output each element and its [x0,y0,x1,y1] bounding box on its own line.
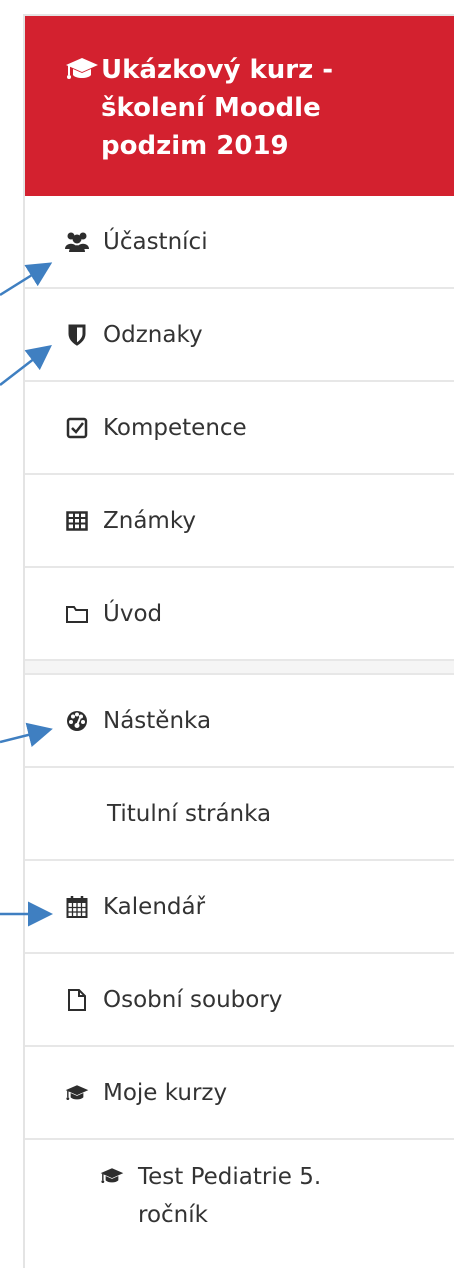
nav-label-grades: Známky [103,507,196,534]
table-icon [65,509,89,533]
nav-item-badges[interactable]: Odznaky [25,289,454,382]
nav-item-intro[interactable]: Úvod [25,568,454,661]
nav-label-intro: Úvod [103,600,163,627]
nav-item-calendar[interactable]: Kalendář [25,861,454,954]
nav-label-private-files: Osobní soubory [103,986,283,1013]
nav-item-competencies[interactable]: Kompetence [25,382,454,475]
nav-label-dashboard: Nástěnka [103,707,212,734]
graduation-cap-icon [65,1081,89,1105]
nav-label-calendar: Kalendář [103,893,206,920]
nav-item-my-courses[interactable]: Moje kurzy [25,1047,454,1140]
checkbox-icon [65,416,89,440]
section-divider [25,661,454,675]
graduation-cap-icon [100,1164,124,1188]
nav-label-participants: Účastníci [103,228,208,255]
nav-label-badges: Odznaky [103,321,203,348]
course-title: Ukázkový kurz - školení Moodle podzim 20… [101,55,334,161]
nav-item-home[interactable]: Titulní stránka [25,768,454,861]
nav-item-grades[interactable]: Známky [25,475,454,568]
screenshot-page: Ukázkový kurz - školení Moodle podzim 20… [0,0,454,1268]
shield-icon [65,323,89,347]
graduation-cap-icon [65,57,101,81]
course-header[interactable]: Ukázkový kurz - školení Moodle podzim 20… [25,16,454,196]
nav-item-private-files[interactable]: Osobní soubory [25,954,454,1047]
navigation-drawer: Ukázkový kurz - školení Moodle podzim 20… [23,14,454,1268]
nav-label-course-test-pediatrie: Test Pediatrie 5. ročník [138,1164,322,1228]
nav-label-home: Titulní stránka [107,800,272,827]
nav-item-course-test-pediatrie[interactable]: Test Pediatrie 5. ročník [25,1140,454,1264]
nav-label-my-courses: Moje kurzy [103,1079,228,1106]
nav-item-dashboard[interactable]: Nástěnka [25,675,454,768]
nav-label-competencies: Kompetence [103,414,247,441]
users-icon [65,230,89,254]
calendar-icon [65,895,89,919]
dashboard-icon [65,709,89,733]
folder-icon [65,602,89,626]
file-icon [65,988,89,1012]
nav-item-participants[interactable]: Účastníci [25,196,454,289]
